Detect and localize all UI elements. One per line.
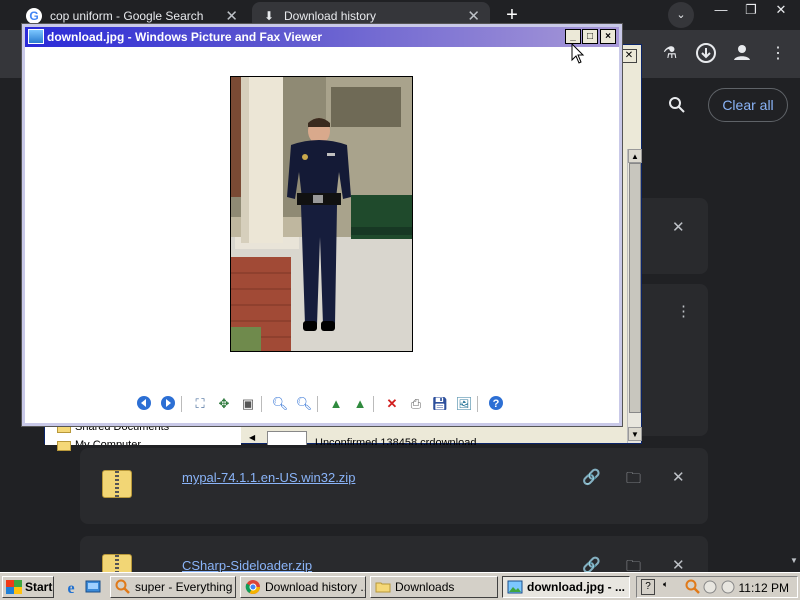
scroll-down-arrow-icon[interactable]: ▼ (628, 427, 642, 441)
page-scrollbar[interactable]: ▼ (788, 78, 800, 572)
task-label: download.jpg - ... (527, 580, 625, 594)
explorer-close-button[interactable]: ✕ (621, 49, 637, 63)
slideshow-icon[interactable]: ▣ (239, 395, 257, 413)
download-filename-link[interactable]: CSharp-Sideloader.zip (182, 558, 312, 573)
folder-item[interactable]: My Computer (75, 439, 141, 445)
scroll-left-arrow-icon[interactable]: ◀ (249, 433, 255, 442)
picture-viewer-icon (507, 580, 523, 594)
tab-title: cop uniform - Google Search (50, 9, 204, 23)
viewer-title: download.jpg - Windows Picture and Fax V… (47, 30, 323, 44)
show-in-folder-icon[interactable]: 🗀 (626, 468, 641, 493)
scroll-down-arrow-icon[interactable]: ▼ (790, 556, 798, 565)
task-label: Download history ... (265, 580, 366, 594)
chrome-menu-icon[interactable]: ⋮ (766, 42, 790, 66)
picture-viewer-window: download.jpg - Windows Picture and Fax V… (22, 24, 622, 426)
open-editor-icon[interactable]: 🖼︎ (455, 395, 473, 413)
toolbar-separator (373, 396, 374, 412)
internet-explorer-icon[interactable]: e (62, 578, 80, 596)
windows-logo-icon (6, 580, 22, 594)
zoom-out-icon[interactable]: 🔍︎ (295, 395, 313, 413)
tab-search-chevron-icon[interactable]: ⌄ (668, 2, 694, 28)
tab-close-icon[interactable]: ✕ (467, 7, 480, 25)
previous-image-icon[interactable] (135, 395, 153, 413)
download-icon: ⬇ (263, 9, 275, 23)
chrome-minimize-button[interactable]: — (706, 0, 736, 20)
scroll-thumb[interactable] (629, 163, 641, 413)
remove-icon[interactable]: ✕ (672, 218, 685, 236)
mouse-cursor-icon (571, 43, 585, 64)
next-image-icon[interactable] (159, 395, 177, 413)
actual-size-icon[interactable]: ✥ (215, 395, 233, 413)
rotate-clockwise-icon[interactable]: ▲ (327, 395, 345, 413)
task-label: super - Everything (135, 580, 233, 594)
explorer-scrollbar[interactable]: ▲ ▼ (627, 149, 642, 443)
start-button[interactable]: Start (2, 576, 54, 598)
scroll-up-arrow-icon[interactable]: ▲ (628, 149, 642, 163)
system-tray: ? 🔈︎ 11:12 PM (636, 576, 798, 598)
clear-all-button[interactable]: Clear all (708, 88, 788, 122)
taskbar-item-everything[interactable]: super - Everything (110, 576, 236, 598)
taskbar: Start e super - Everything Download hist… (0, 572, 800, 600)
taskbar-item-download-history[interactable]: Download history ... (240, 576, 366, 598)
folder-icon (57, 441, 71, 451)
person-icon (734, 45, 750, 60)
folder-icon (375, 582, 391, 593)
everything-tray-icon[interactable] (685, 579, 701, 595)
magnifier-icon (115, 579, 130, 594)
displayed-photo (230, 76, 413, 352)
google-icon: G (26, 8, 42, 24)
svg-text:e: e (67, 580, 74, 596)
help-icon[interactable]: ? (487, 395, 505, 413)
print-icon[interactable]: ⎙ (407, 395, 425, 413)
toolbar-separator (317, 396, 318, 412)
copy-link-icon[interactable]: 🔗 (582, 468, 601, 486)
toolbar-separator (181, 396, 182, 412)
start-label: Start (25, 580, 53, 594)
task-label: Downloads (395, 580, 455, 594)
chrome-close-button[interactable]: ✕ (766, 0, 796, 20)
download-card: mypal-74.1.1.en-US.win32.zip 🔗 🗀 ✕ (80, 448, 708, 524)
chrome-restore-button[interactable]: ❐ (736, 0, 766, 20)
help-tray-icon[interactable]: ? (641, 579, 655, 595)
taskbar-item-picture-viewer[interactable]: download.jpg - ... (502, 576, 630, 598)
tab-title: Download history (284, 9, 377, 23)
chrome-icon (245, 580, 260, 594)
save-copy-icon[interactable]: 💾︎ (431, 395, 449, 413)
new-tab-button[interactable]: + (500, 4, 524, 26)
labs-flask-icon[interactable]: ⚗ (658, 42, 682, 66)
network-tray-icon[interactable] (703, 580, 717, 594)
svg-text:?: ? (493, 398, 500, 410)
toolbar-separator (261, 396, 262, 412)
zip-file-icon (102, 470, 132, 498)
viewer-titlebar[interactable]: download.jpg - Windows Picture and Fax V… (25, 27, 619, 47)
viewer-maximize-button[interactable]: □ (582, 29, 598, 44)
best-fit-icon[interactable]: ⛶ (191, 395, 209, 413)
downloads-icon[interactable] (694, 42, 718, 66)
zoom-in-icon[interactable]: 🔍︎ (271, 395, 289, 413)
download-filename-link[interactable]: mypal-74.1.1.en-US.win32.zip (182, 470, 355, 485)
remove-icon[interactable]: ✕ (672, 468, 685, 486)
picture-viewer-icon (28, 29, 44, 44)
show-desktop-icon[interactable] (84, 578, 102, 596)
tab-close-icon[interactable]: ✕ (225, 7, 238, 25)
rotate-counterclockwise-icon[interactable]: ▲ (351, 395, 369, 413)
search-icon[interactable] (668, 96, 686, 119)
downloads-circle-icon (696, 43, 716, 63)
clock: 11:12 PM (738, 581, 789, 595)
delete-icon[interactable]: ✕ (383, 395, 401, 413)
folders-pane: Shared Documents My Computer (45, 421, 241, 451)
toolbar-separator (477, 396, 478, 412)
more-actions-icon[interactable]: ⋮ (676, 302, 691, 320)
viewer-close-button[interactable]: × (600, 29, 616, 44)
viewer-minimize-button[interactable]: _ (565, 29, 581, 44)
file-item[interactable]: Unconfirmed 138458.crdownload (315, 437, 476, 445)
volume-icon[interactable]: 🔈︎ (663, 579, 668, 590)
profile-avatar-icon[interactable] (730, 42, 754, 66)
status-tray-icon[interactable] (721, 580, 735, 594)
file-icon (267, 431, 307, 445)
taskbar-item-downloads-folder[interactable]: Downloads (370, 576, 498, 598)
